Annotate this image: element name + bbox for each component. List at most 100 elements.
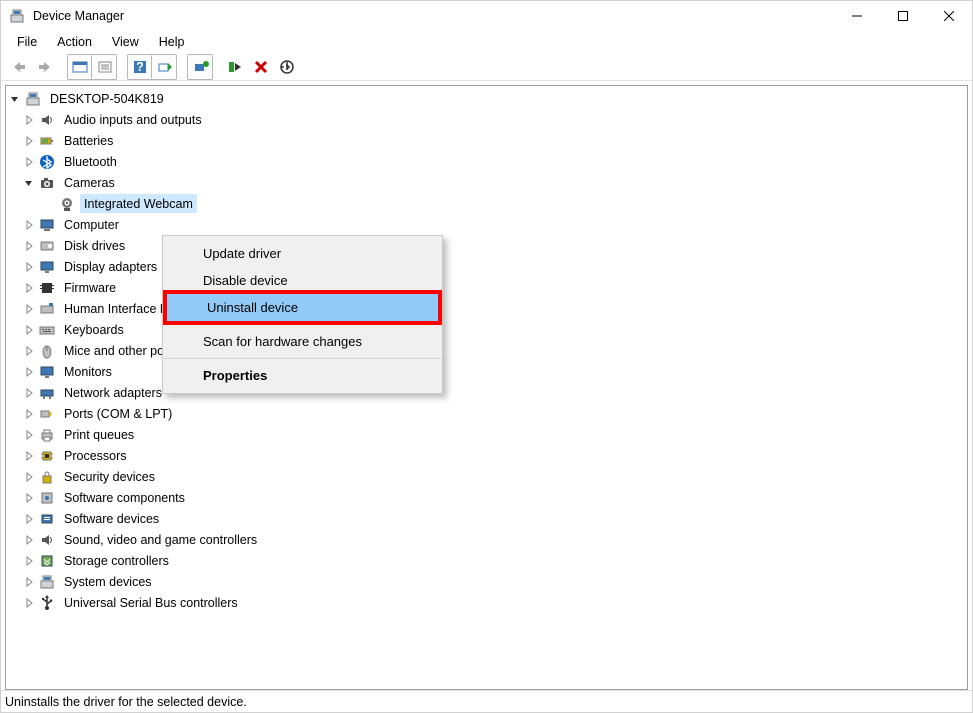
tree-node-label: Print queues <box>60 425 138 444</box>
help-button[interactable]: ? <box>128 55 152 79</box>
uninstall-button[interactable] <box>249 55 273 79</box>
caret-closed-icon[interactable] <box>24 514 38 524</box>
disable-button[interactable] <box>275 55 299 79</box>
caret-closed-icon[interactable] <box>24 262 38 272</box>
tree-node-sound-video-and-game-controllers[interactable]: Sound, video and game controllers <box>6 529 967 550</box>
tree-node-software-components[interactable]: Software components <box>6 487 967 508</box>
titlebar: Device Manager <box>1 1 972 31</box>
menu-action[interactable]: Action <box>49 33 100 51</box>
ctx-update-driver[interactable]: Update driver <box>163 240 442 267</box>
tree-node-processors[interactable]: Processors <box>6 445 967 466</box>
tree-node-label: Audio inputs and outputs <box>60 110 206 129</box>
tree-node-monitors[interactable]: Monitors <box>6 361 967 382</box>
caret-closed-icon[interactable] <box>24 136 38 146</box>
menu-file[interactable]: File <box>9 33 45 51</box>
caret-closed-icon[interactable] <box>24 241 38 251</box>
caret-closed-icon[interactable] <box>24 304 38 314</box>
enable-button[interactable] <box>223 55 247 79</box>
tree-node-print-queues[interactable]: Print queues <box>6 424 967 445</box>
usb-icon <box>38 594 56 612</box>
ctx-scan-hardware[interactable]: Scan for hardware changes <box>163 328 442 355</box>
properties-button[interactable] <box>92 55 116 79</box>
audio-icon <box>38 111 56 129</box>
context-menu: Update driver Disable device Uninstall d… <box>162 235 443 394</box>
display-icon <box>38 258 56 276</box>
tree-node-ports-com-lpt-[interactable]: Ports (COM & LPT) <box>6 403 967 424</box>
tree-node-cameras[interactable]: Cameras <box>6 172 967 193</box>
ctx-separator <box>164 358 441 359</box>
tree-node-storage-controllers[interactable]: Storage controllers <box>6 550 967 571</box>
ctx-uninstall-device[interactable]: Uninstall device <box>167 294 438 321</box>
tree-node-label: Ports (COM & LPT) <box>60 404 176 423</box>
toolbar: ? <box>1 53 972 81</box>
tree-node-integrated-webcam[interactable]: Integrated Webcam <box>6 193 967 214</box>
bluetooth-icon <box>38 153 56 171</box>
caret-closed-icon[interactable] <box>24 157 38 167</box>
caret-closed-icon[interactable] <box>24 451 38 461</box>
caret-closed-icon[interactable] <box>24 115 38 125</box>
menu-view[interactable]: View <box>104 33 147 51</box>
tree-node-label: Cameras <box>60 173 119 192</box>
tree-node-audio-inputs-and-outputs[interactable]: Audio inputs and outputs <box>6 109 967 130</box>
device-tree: DESKTOP-504K819Audio inputs and outputsB… <box>6 86 967 615</box>
forward-button[interactable] <box>33 55 57 79</box>
ctx-properties[interactable]: Properties <box>163 362 442 389</box>
scan-button[interactable] <box>152 55 176 79</box>
tree-container: DESKTOP-504K819Audio inputs and outputsB… <box>5 85 968 690</box>
caret-closed-icon[interactable] <box>24 409 38 419</box>
menu-help[interactable]: Help <box>151 33 193 51</box>
computer-icon <box>24 90 42 108</box>
content-pane: DESKTOP-504K819Audio inputs and outputsB… <box>1 81 972 690</box>
tree-node-label: Sound, video and game controllers <box>60 530 261 549</box>
tree-node-computer[interactable]: Computer <box>6 214 967 235</box>
ctx-separator <box>164 324 441 325</box>
tree-root[interactable]: DESKTOP-504K819 <box>6 88 967 109</box>
maximize-button[interactable] <box>880 1 926 31</box>
back-button[interactable] <box>7 55 31 79</box>
caret-closed-icon[interactable] <box>24 535 38 545</box>
tree-node-keyboards[interactable]: Keyboards <box>6 319 967 340</box>
caret-closed-icon[interactable] <box>24 493 38 503</box>
tree-node-security-devices[interactable]: Security devices <box>6 466 967 487</box>
close-button[interactable] <box>926 1 972 31</box>
caret-closed-icon[interactable] <box>24 325 38 335</box>
webcam-icon <box>58 195 76 213</box>
show-hide-tree-button[interactable] <box>68 55 92 79</box>
caret-open-icon[interactable] <box>24 178 38 188</box>
update-button[interactable] <box>188 55 212 79</box>
tree-node-system-devices[interactable]: System devices <box>6 571 967 592</box>
tree-node-label: Storage controllers <box>60 551 173 570</box>
caret-closed-icon[interactable] <box>24 367 38 377</box>
caret-closed-icon[interactable] <box>24 598 38 608</box>
caret-closed-icon[interactable] <box>24 220 38 230</box>
storage-icon <box>38 552 56 570</box>
minimize-button[interactable] <box>834 1 880 31</box>
tree-node-batteries[interactable]: Batteries <box>6 130 967 151</box>
caret-closed-icon[interactable] <box>24 430 38 440</box>
tree-node-bluetooth[interactable]: Bluetooth <box>6 151 967 172</box>
tree-node-network-adapters[interactable]: Network adapters <box>6 382 967 403</box>
caret-closed-icon[interactable] <box>24 388 38 398</box>
caret-closed-icon[interactable] <box>24 283 38 293</box>
tree-node-label: System devices <box>60 572 156 591</box>
caret-closed-icon[interactable] <box>24 472 38 482</box>
tree-node-disk-drives[interactable]: Disk drives <box>6 235 967 256</box>
caret-closed-icon[interactable] <box>24 577 38 587</box>
tree-node-software-devices[interactable]: Software devices <box>6 508 967 529</box>
tree-node-mice-and-other-pointing-devices[interactable]: Mice and other pointing devices <box>6 340 967 361</box>
tree-node-label: Security devices <box>60 467 159 486</box>
caret-closed-icon[interactable] <box>24 346 38 356</box>
sound-icon <box>38 531 56 549</box>
menubar: File Action View Help <box>1 31 972 53</box>
tree-node-label: Universal Serial Bus controllers <box>60 593 242 612</box>
tree-node-label: Software devices <box>60 509 163 528</box>
window-title: Device Manager <box>33 9 124 23</box>
caret-closed-icon[interactable] <box>24 556 38 566</box>
ctx-disable-device[interactable]: Disable device <box>163 267 442 294</box>
caret-open-icon[interactable] <box>10 94 24 104</box>
tree-node-universal-serial-bus-controllers[interactable]: Universal Serial Bus controllers <box>6 592 967 613</box>
camera-icon <box>38 174 56 192</box>
tree-node-firmware[interactable]: Firmware <box>6 277 967 298</box>
tree-node-display-adapters[interactable]: Display adapters <box>6 256 967 277</box>
tree-node-human-interface-devices[interactable]: Human Interface Devices <box>6 298 967 319</box>
